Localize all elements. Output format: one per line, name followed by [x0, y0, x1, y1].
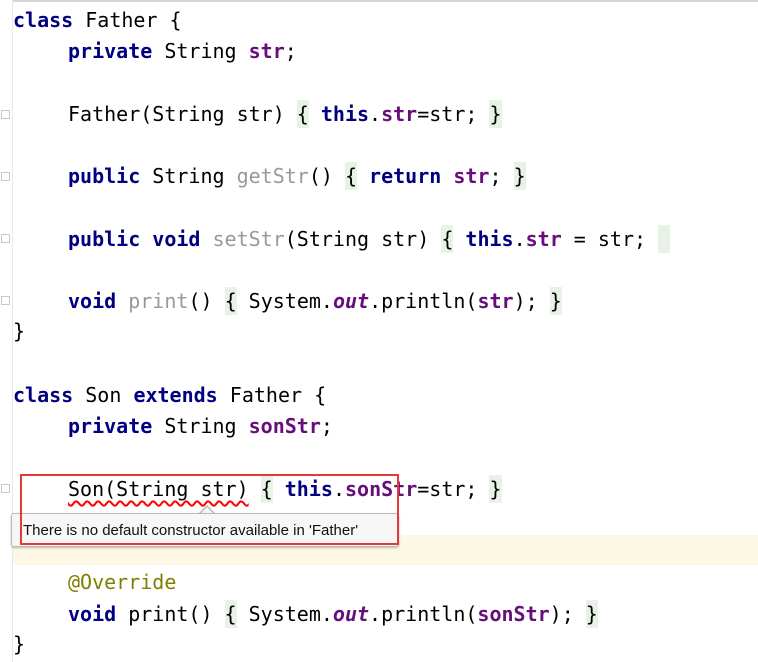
assignment: = str; [561, 227, 659, 251]
code-line-son-class: class Son extends Father { [13, 380, 326, 410]
keyword-private: private [68, 414, 153, 438]
fold-open-brace[interactable]: { [224, 600, 237, 628]
semicolon: ; [489, 164, 514, 188]
println-call: .println( [369, 602, 478, 626]
assignment: =str; [417, 477, 490, 501]
system-ref: System. [236, 289, 333, 313]
keyword-this: this [465, 227, 514, 251]
call-end: ); [513, 289, 550, 313]
system-ref: System. [236, 602, 333, 626]
class-close-brace: } [13, 319, 26, 343]
code-line-father-print: void print() { System.out.println(str); … [68, 286, 562, 316]
fold-open-brace[interactable]: { [296, 100, 309, 128]
keyword-extends: extends [133, 383, 218, 407]
method-getstr: getStr [236, 164, 309, 188]
field-str-ref: str [477, 289, 514, 313]
error-callout-box [20, 474, 399, 545]
fold-marker-getstr[interactable] [1, 172, 10, 181]
method-print: print() [116, 602, 225, 626]
keyword-private: private [68, 39, 153, 63]
type-string: String [152, 39, 249, 63]
fold-close-brace[interactable]: } [549, 287, 562, 315]
fold-close-brace[interactable]: } [585, 600, 598, 628]
code-line-son-close: } [13, 629, 25, 659]
ctor-signature: Father(String str) [68, 102, 297, 126]
semicolon: ; [284, 39, 297, 63]
fold-open-brace[interactable]: { [441, 225, 454, 253]
field-str-ref: str [381, 102, 418, 126]
keyword-return: return [369, 164, 442, 188]
keyword-class: class [13, 8, 74, 32]
fold-close-brace[interactable]: } [489, 100, 502, 128]
keyword-public: public [68, 227, 141, 251]
fold-marker-print[interactable] [1, 296, 10, 305]
code-line-father-class: class Father { [13, 5, 182, 35]
field-str-ref: str [453, 164, 490, 188]
parens: () [308, 164, 345, 188]
code-line-father-ctor: Father(String str) { this.str=str; } [68, 99, 502, 129]
field-str-ref: str [525, 227, 562, 251]
fold-close-brace[interactable]: } [489, 475, 502, 503]
dot: . [513, 227, 526, 251]
class-close-brace: } [13, 632, 26, 656]
keyword-void: void [68, 289, 117, 313]
semicolon: ; [320, 414, 333, 438]
call-end: ); [549, 602, 586, 626]
method-setstr: setStr [212, 227, 285, 251]
fold-marker-setstr[interactable] [1, 234, 10, 243]
parent-class: Father { [217, 383, 327, 407]
static-out: out [332, 602, 370, 626]
code-line-override: @Override [68, 567, 176, 597]
fold-marker-father-ctor[interactable] [1, 110, 10, 119]
keyword-this: this [320, 102, 370, 126]
static-out: out [332, 289, 370, 313]
field-sonstr-ref: sonStr [477, 602, 550, 626]
dot: . [369, 102, 382, 126]
code-editor[interactable]: class Father { private String str; Fathe… [13, 0, 758, 662]
assignment: =str; [417, 102, 490, 126]
fold-marker-son-ctor[interactable] [1, 484, 10, 493]
code-line-getstr: public String getStr() { return str; } [68, 161, 526, 191]
field-str: str [248, 39, 285, 63]
type-string: String [152, 414, 249, 438]
class-name-father: Father { [73, 8, 182, 32]
field-sonstr: sonStr [248, 414, 321, 438]
code-line-son-print: void print() { System.out.println(sonStr… [68, 599, 598, 629]
fold-close-brace-partial[interactable] [658, 225, 671, 253]
keyword-public: public [68, 164, 141, 188]
editor-gutter[interactable] [0, 0, 12, 662]
type-string: String [140, 164, 237, 188]
code-line-father-close: } [13, 316, 25, 346]
code-line-setstr: public void setStr(String str) { this.st… [68, 224, 671, 254]
println-call: .println( [369, 289, 478, 313]
keyword-void: void [152, 227, 201, 251]
fold-open-brace[interactable]: { [344, 162, 357, 190]
params: (String str) [284, 227, 442, 251]
fold-open-brace[interactable]: { [224, 287, 237, 315]
fold-close-brace[interactable]: } [513, 162, 526, 190]
code-line-son-field: private String sonStr; [68, 411, 333, 441]
method-print: print [128, 289, 189, 313]
code-line-father-field: private String str; [68, 36, 297, 66]
keyword-class: class [13, 383, 74, 407]
annotation-override: @Override [68, 570, 177, 594]
parens: () [188, 289, 225, 313]
keyword-void: void [68, 602, 117, 626]
class-name-son: Son [73, 383, 134, 407]
